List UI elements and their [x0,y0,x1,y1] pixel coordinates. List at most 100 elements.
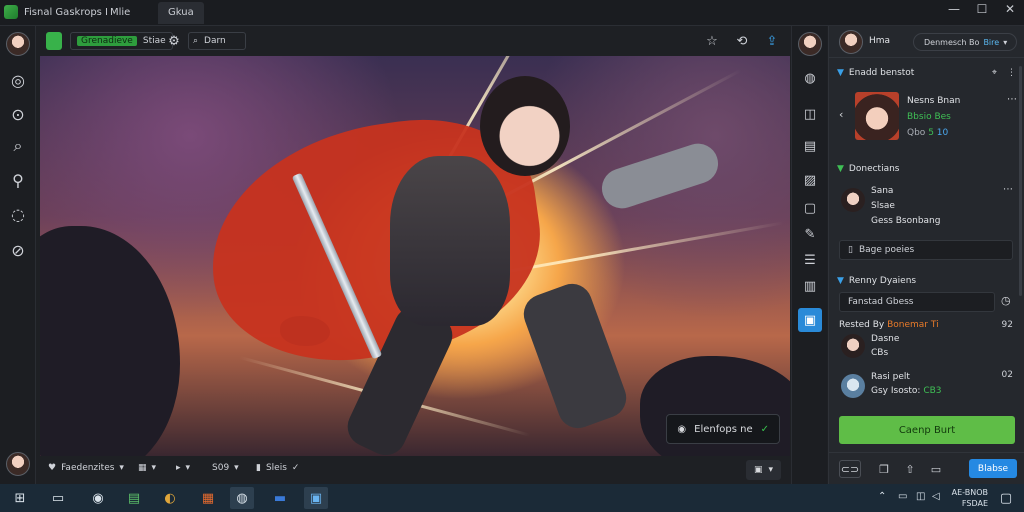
row-name: Rasi pelt [871,372,910,382]
export-icon[interactable]: ⇪ [764,33,780,49]
pin-icon[interactable]: ⌖ [992,68,997,78]
search-icon[interactable]: ⌕ [6,134,30,158]
user-avatar[interactable] [6,32,30,56]
list-item[interactable]: Rested By Bonemar Ti 92 Dasne CBs [837,320,1017,360]
chevron-down-icon: ▾ [185,463,191,473]
character-portrait [855,92,899,140]
panel-icon[interactable]: ▣ [798,308,822,332]
top-toolbar: Grenadieve Stiae ⚙ ⌕ Darn ☆ ⟲ ⇪ [36,26,791,56]
app-icon-blue[interactable]: ▬ [268,487,292,509]
search-box[interactable]: ⌕ Darn [188,32,246,50]
play-dropdown[interactable]: ▸ ▾ [176,463,190,473]
app-icon-active[interactable]: ◍ [230,487,254,509]
size-label: Sleis [265,463,287,473]
section-header-dyaiens[interactable]: ▼ Renny Dyaiens [837,276,916,286]
table-icon[interactable]: ▥ [798,274,822,298]
frame-icon[interactable]: ▢ [798,196,822,220]
canvas-badge-label: Elenfops ne [694,423,753,435]
user-add-icon[interactable]: ⚲ [6,168,30,192]
canvas-badge[interactable]: ◉ Elenfops ne ✓ [666,414,780,444]
notification-icon[interactable]: ▢ [994,487,1018,509]
comment-icon[interactable]: ◌ [6,202,30,226]
profile-avatar-icon[interactable] [6,452,30,476]
task-view-icon[interactable]: ▭ [46,487,70,509]
character-subtitle: Bbsio Bes [907,112,951,122]
character-card[interactable]: ‹ Nesns Bnan Bbsio Bes Qbo 5 10 ⋯ [837,86,1017,146]
view-toggle[interactable]: ▣ ▾ [745,460,781,480]
steps-field[interactable]: S09 ▾ [212,463,239,473]
workspace-icon[interactable] [46,32,62,50]
primary-action-button[interactable]: Caenp Burt [839,416,1015,444]
close-button[interactable]: ✕ [994,0,1024,18]
tab-gkua[interactable]: Gkua [158,2,204,24]
layout-icon[interactable]: ▤ [798,134,822,158]
size-dropdown[interactable]: ▮ Sleis ✓ [256,463,299,473]
chevron-left-icon[interactable]: ‹ [839,108,843,121]
search-field[interactable]: Fanstad Gbess [839,292,995,312]
settings-icon[interactable]: ⚙ [166,33,182,49]
app-icon-files[interactable]: ▤ [122,487,146,509]
list-icon[interactable]: ☰ [798,248,822,272]
check-circle-icon[interactable]: ⊙ [6,102,30,126]
list-item[interactable]: Sana Slsae Gess Bsonbang ⋯ [837,184,1017,226]
help-icon[interactable]: ⊘ [6,238,30,262]
gallery-icon[interactable]: ▨ [798,168,822,192]
hero-armor [390,156,510,326]
browser-icon[interactable]: ◐ [158,487,182,509]
more-icon[interactable]: ⋮ [1007,68,1016,78]
check-icon: ✓ [760,423,769,435]
copy-icon[interactable]: ❐ [873,460,895,478]
chevron-up-icon[interactable]: ⌃ [878,491,886,502]
more-icon[interactable]: ⋯ [1003,184,1013,195]
section-header-benstot[interactable]: ▼ Enadd benstot [837,68,914,78]
app-logo-icon [4,5,18,19]
model-tag: Grenadieve [77,36,137,46]
section-header-connections[interactable]: ▼ Donectians [837,164,900,174]
image-icon: ▣ [753,465,763,475]
title-bar: Fisnal Gaskrops I Mlie Gkua — ☐ ✕ [0,0,1024,26]
row-title-a: Rested By [839,320,885,330]
share-icon[interactable]: ⟲ [734,33,750,49]
panel-user-avatar[interactable] [839,30,863,54]
camera-icon[interactable]: ◫ [798,102,822,126]
app-icon-game[interactable]: ▦ [196,487,220,509]
favorites-dropdown[interactable]: ♥ Faedenzites ▾ [48,463,124,473]
grid-dropdown[interactable]: ▦ ▾ [138,463,156,473]
section-title: Renny Dyaiens [848,276,917,286]
windows-start-icon[interactable]: ⊞ [8,487,32,509]
avatar [841,188,865,212]
model-selector[interactable]: Grenadieve Stiae [70,32,173,50]
window-title: Fisnal Gaskrops I [24,7,109,18]
image-canvas[interactable]: ◉ Elenfops ne ✓ [40,56,790,456]
workspace-pill[interactable]: Denmesch Bo Bire ▾ [913,33,1017,51]
edit-icon[interactable]: ✎ [798,222,822,246]
more-icon[interactable]: ⋯ [1007,94,1017,105]
panel-scrollbar[interactable] [1019,66,1022,296]
assistant-avatar[interactable] [798,32,822,56]
network-icon[interactable]: ◫ [916,491,925,502]
right-panel: Hma Denmesch Bo Bire ▾ ▼ Enadd benstot ⌖… [828,26,1024,484]
message-icon[interactable]: ◍ [798,66,822,90]
battery-icon[interactable]: ▭ [898,491,907,502]
page-poeies-field[interactable]: ▯ Bage poeies [839,240,1013,260]
bookmark-icon[interactable]: ☆ [704,33,720,49]
secondary-action-button[interactable]: Blabse [969,459,1017,478]
system-clock[interactable]: AE-BNOB FSDAE [952,487,988,509]
app-icon-editor[interactable]: ▣ [304,487,328,509]
chat-icon[interactable]: ◎ [6,68,30,92]
section-actions: ⌖ ⋮ [992,68,1016,78]
folder-icon[interactable]: ▭ [925,460,947,478]
clock-icon[interactable]: ◷ [1001,294,1011,307]
page-icon: ▯ [848,245,853,255]
tab-mlie[interactable]: Mlie [100,2,140,24]
link-icon[interactable]: ⊂⊃ [839,460,861,478]
app-icon-1[interactable]: ◉ [86,487,110,509]
volume-icon[interactable]: ◁ [932,491,940,502]
pill-label: Denmesch Bo [924,37,980,47]
row-sub: CBs [871,348,889,358]
upload-icon[interactable]: ⇧ [899,460,921,478]
list-item[interactable]: Rasi pelt Gsy Isosto: CB3 02 [837,370,1017,404]
grid-icon: ▦ [138,463,147,473]
steps-value: S09 [212,463,230,473]
pill-accent: Bire [983,37,1000,47]
